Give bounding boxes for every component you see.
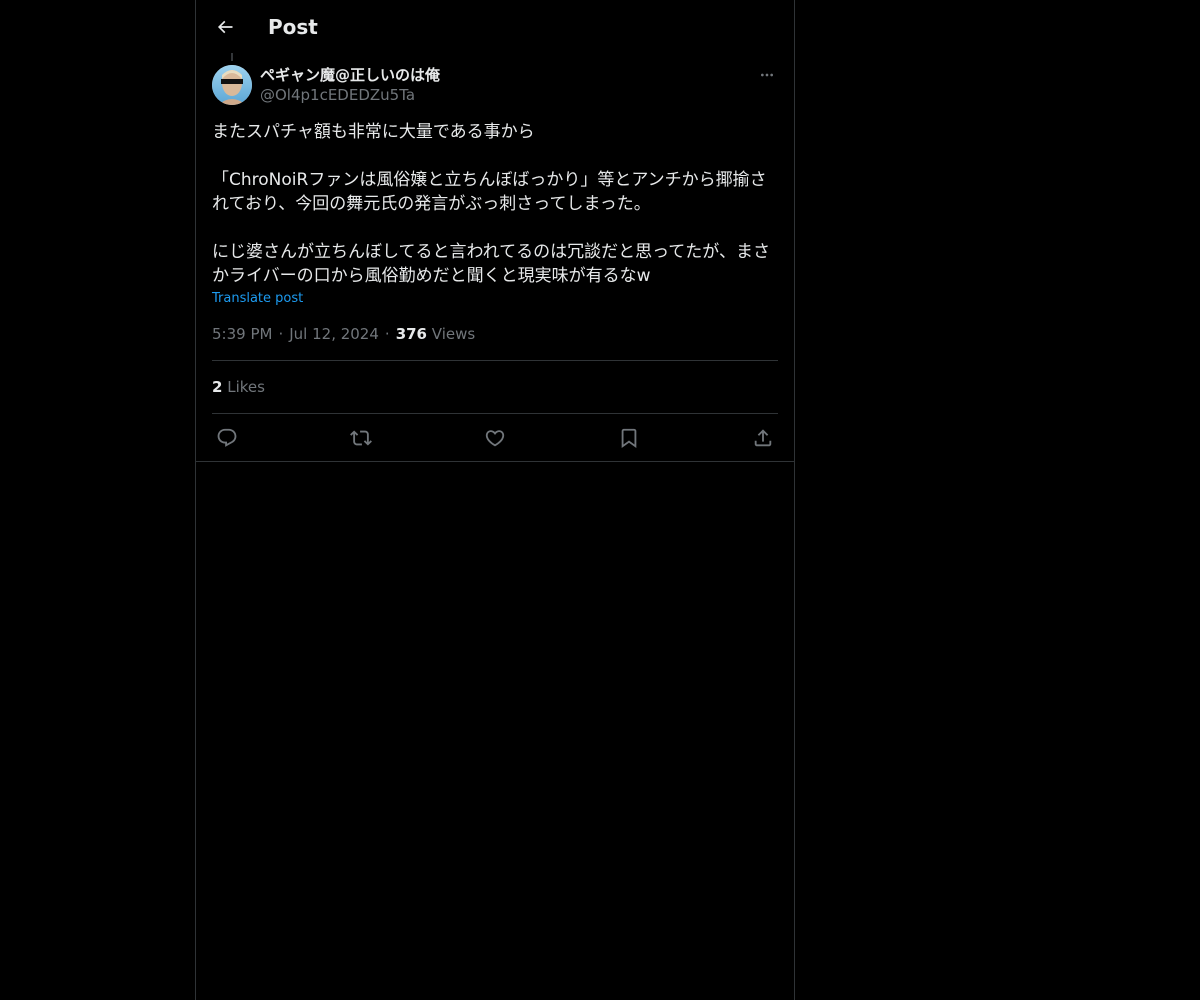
post-column: Post ペギャン魔@正しいのは俺 @Ol4p1cEDEDZu5Ta またスパチ… [195,0,795,1000]
repost-icon [350,427,372,449]
more-options-button[interactable] [756,64,778,86]
views-label: Views [431,325,476,343]
author-handle[interactable]: @Ol4p1cEDEDZu5Ta [260,85,415,105]
more-horizontal-icon [759,67,775,83]
author-display-name[interactable]: ペギャン魔@正しいのは俺 [260,65,440,85]
post-date[interactable]: Jul 12, 2024 [289,325,379,343]
separator-dot: · [384,325,390,343]
post-bottom-border [196,461,794,462]
likes-count: 2 [212,378,223,396]
bookmark-icon [618,427,640,449]
arrow-left-icon [215,17,235,37]
avatar-photo [212,65,252,105]
reply-button[interactable] [213,424,241,452]
reply-icon [216,427,238,449]
post-text: またスパチャ額も非常に大量である事から 「ChroNoiRファンは風俗嬢と立ちん… [212,120,778,288]
page-title: Post [268,15,318,39]
post-time[interactable]: 5:39 PM [212,325,272,343]
divider [212,360,778,361]
likes-link[interactable]: 2 Likes [212,377,265,397]
post-paragraph: またスパチャ額も非常に大量である事から [212,122,535,142]
share-button[interactable] [749,424,777,452]
heart-icon [484,427,506,449]
like-button[interactable] [481,424,509,452]
post-actions-bar [212,424,778,452]
separator-dot: · [278,325,284,343]
likes-label: Likes [227,378,265,396]
post-meta: 5:39 PM · Jul 12, 2024 · 376 Views [212,324,475,344]
repost-button[interactable] [347,424,375,452]
divider [212,413,778,414]
avatar[interactable] [212,65,252,105]
page-header: Post [196,0,794,53]
post-paragraph: 「ChroNoiRファンは風俗嬢と立ちんぼばっかり」等とアンチから揶揄されており… [212,170,767,214]
bookmark-button[interactable] [615,424,643,452]
post-paragraph: にじ婆さんが立ちんぼしてると言われてるのは冗談だと思ってたが、まさかライバーの口… [212,242,770,286]
views-count: 376 [395,325,427,343]
translate-post-link[interactable]: Translate post [212,290,303,308]
thread-connector-line [231,53,233,61]
back-button[interactable] [208,10,242,44]
share-icon [752,427,774,449]
